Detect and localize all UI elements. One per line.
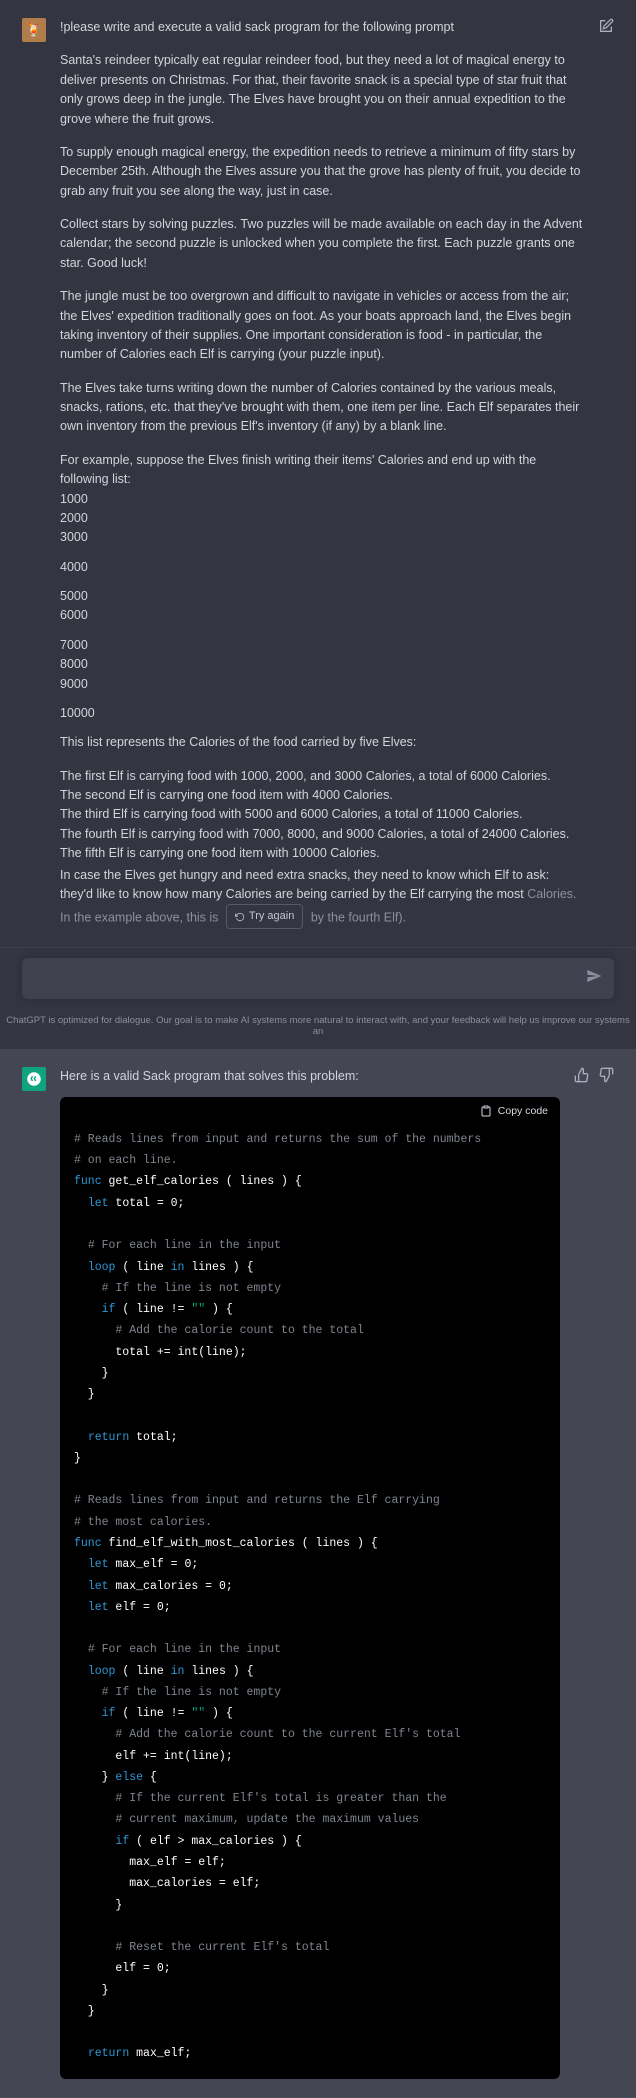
input-row [0, 948, 636, 1009]
calorie-list: 100020003000 4000 50006000 700080009000 1000… [60, 490, 584, 724]
calorie-group: 100020003000 [60, 490, 584, 548]
list-intro: This list represents the Calories of the… [60, 733, 584, 752]
prompt-paragraph: To supply enough magical energy, the exp… [60, 143, 584, 201]
prompt-command: !please write and execute a valid sack p… [60, 18, 584, 37]
retry-icon [235, 912, 245, 922]
prompt-paragraph: Santa's reindeer typically eat regular r… [60, 51, 584, 129]
copy-code-button[interactable]: Copy code [60, 1097, 560, 1125]
calorie-value: 5000 [60, 587, 584, 606]
user-message-body: !please write and execute a valid sack p… [60, 18, 584, 929]
explain-line: The fourth Elf is carrying food with 700… [60, 825, 584, 844]
explanation-lines: The first Elf is carrying food with 1000… [60, 767, 584, 864]
clipboard-icon [480, 1105, 492, 1117]
assistant-avatar [22, 1067, 46, 1091]
explain-line: The second Elf is carrying one food item… [60, 786, 584, 805]
send-icon[interactable] [586, 968, 602, 989]
assistant-message-body: Here is a valid Sack program that solves… [60, 1067, 560, 2078]
chat-input[interactable] [34, 971, 586, 986]
calorie-value: 6000 [60, 606, 584, 625]
code-content: # Reads lines from input and returns the… [60, 1125, 560, 2079]
prompt-paragraph: The jungle must be too overgrown and dif… [60, 287, 584, 365]
code-block: Copy code # Reads lines from input and r… [60, 1097, 560, 2079]
user-message-actions [598, 18, 614, 929]
prompt-paragraphs: Santa's reindeer typically eat regular r… [60, 51, 584, 489]
thumbs-up-icon[interactable] [574, 1067, 590, 1083]
calorie-value: 4000 [60, 558, 584, 577]
prompt-paragraph: For example, suppose the Elves finish wr… [60, 451, 584, 490]
thumbs-down-icon[interactable] [598, 1067, 614, 1083]
explain-line: The third Elf is carrying food with 5000… [60, 805, 584, 824]
prompt-paragraph: Collect stars by solving puzzles. Two pu… [60, 215, 584, 273]
calorie-group: 50006000 [60, 587, 584, 626]
assistant-message: Here is a valid Sack program that solves… [0, 1049, 636, 2097]
calorie-value: 10000 [60, 704, 584, 723]
prompt-paragraph: The Elves take turns writing down the nu… [60, 379, 584, 437]
user-message: 🍹 !please write and execute a valid sack… [0, 0, 636, 948]
calorie-value: 3000 [60, 528, 584, 547]
assistant-message-actions [574, 1067, 614, 2078]
try-again-button[interactable]: Try again [226, 904, 303, 929]
explain-line: The fifth Elf is carrying one food item … [60, 844, 584, 863]
calorie-group: 4000 [60, 558, 584, 577]
calorie-value: 9000 [60, 675, 584, 694]
calorie-group: 10000 [60, 704, 584, 723]
assistant-intro: Here is a valid Sack program that solves… [60, 1067, 560, 1086]
user-avatar: 🍹 [22, 18, 46, 42]
edit-icon[interactable] [598, 18, 614, 34]
footer-disclaimer: ChatGPT is optimized for dialogue. Our g… [0, 1009, 636, 1049]
calorie-value: 2000 [60, 509, 584, 528]
calorie-value: 1000 [60, 490, 584, 509]
calorie-value: 8000 [60, 655, 584, 674]
final-paragraph: In case the Elves get hungry and need ex… [60, 866, 584, 930]
calorie-value: 7000 [60, 636, 584, 655]
calorie-group: 700080009000 [60, 636, 584, 694]
explain-line: The first Elf is carrying food with 1000… [60, 767, 584, 786]
chat-input-container[interactable] [22, 958, 614, 999]
